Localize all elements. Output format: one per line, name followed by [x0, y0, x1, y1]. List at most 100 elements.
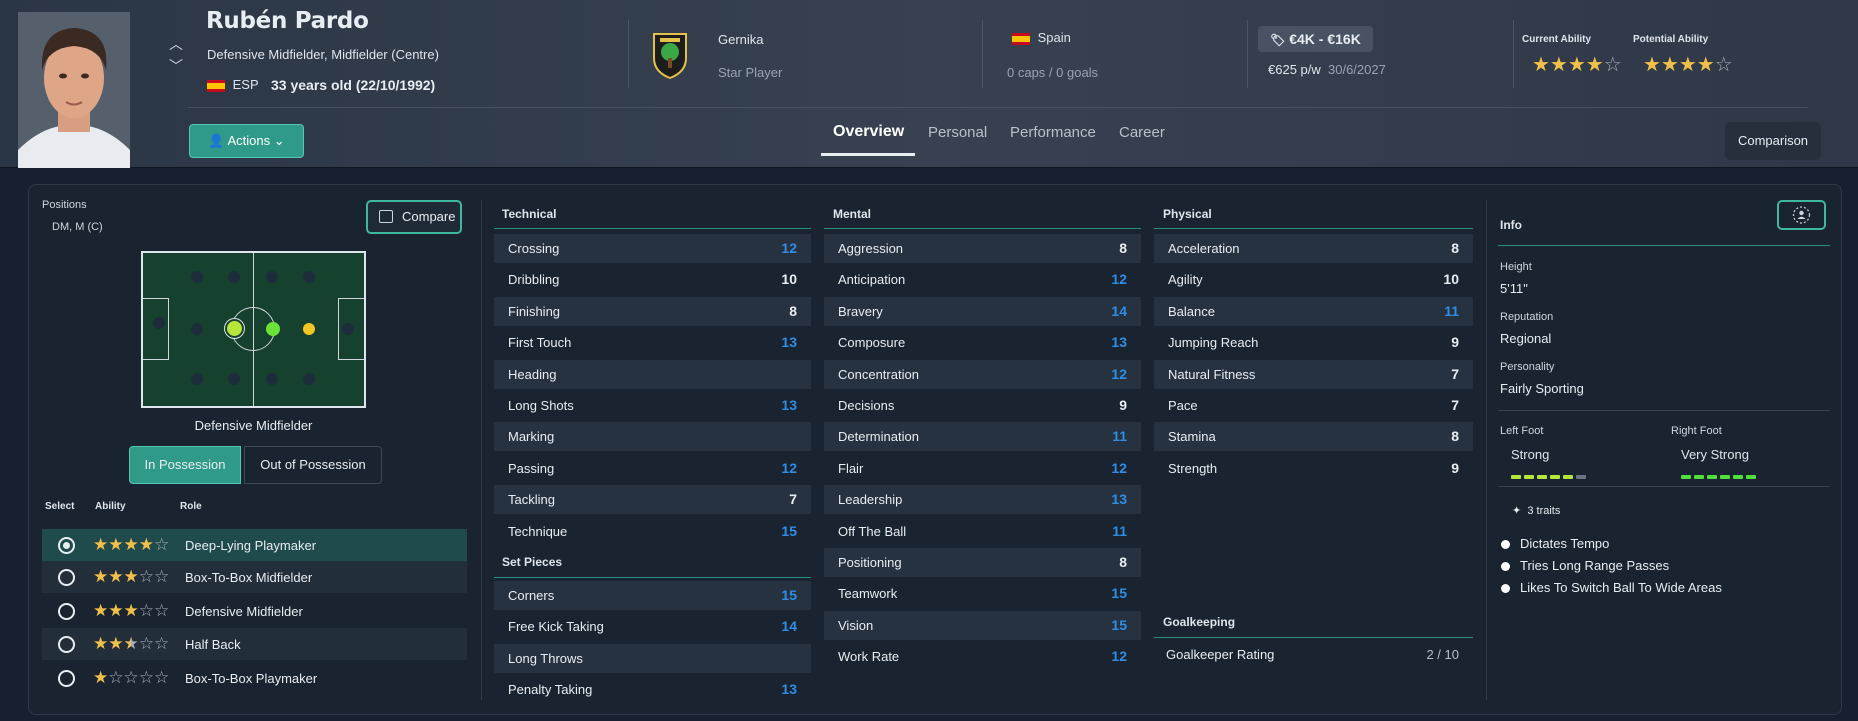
attribute-row[interactable]: Heading: [494, 359, 811, 389]
comparison-button[interactable]: Comparison: [1725, 122, 1821, 160]
attribute-row[interactable]: Penalty Taking 13: [494, 675, 811, 704]
spain-flag-icon: [207, 79, 225, 92]
technical-header: Technical: [502, 207, 557, 221]
trait-item[interactable]: Tries Long Range Passes: [1501, 558, 1669, 573]
role-radio[interactable]: [58, 569, 75, 586]
attribute-row[interactable]: Technique 15: [494, 517, 811, 546]
transfer-value: 🏷 €4K - €16K: [1258, 26, 1373, 52]
attribute-row[interactable]: Crossing 12: [494, 234, 811, 263]
role-name: Deep-Lying Playmaker: [185, 538, 317, 553]
tab-career[interactable]: Career: [1119, 124, 1165, 141]
height-label: Height: [1500, 261, 1532, 273]
attribute-row[interactable]: Decisions 9: [824, 391, 1141, 420]
attribute-row[interactable]: First Touch 13: [494, 328, 811, 357]
role-row[interactable]: ★★★★☆ Deep-Lying Playmaker: [42, 529, 467, 561]
column-divider: [481, 200, 482, 700]
attribute-row[interactable]: Acceleration 8: [1154, 234, 1473, 263]
attribute-row[interactable]: Balance 11: [1154, 296, 1473, 326]
attribute-row[interactable]: Free Kick Taking 14: [494, 612, 811, 641]
player-name: Rubén Pardo: [206, 8, 369, 34]
player-profile-button[interactable]: [1777, 200, 1826, 230]
attribute-name: Penalty Taking: [508, 682, 593, 698]
nationality-code: ESP: [232, 77, 259, 92]
attribute-row[interactable]: Passing 12: [494, 454, 811, 483]
next-player-button[interactable]: ﹀: [166, 58, 186, 74]
attribute-row[interactable]: Agility 10: [1154, 265, 1473, 294]
attribute-row[interactable]: Determination 11: [824, 422, 1141, 452]
attribute-row[interactable]: Concentration 12: [824, 359, 1141, 389]
attribute-row[interactable]: Anticipation 12: [824, 265, 1141, 294]
attribute-row[interactable]: Long Shots 13: [494, 391, 811, 420]
in-possession-toggle[interactable]: In Possession: [129, 446, 241, 484]
attribute-row[interactable]: Positioning 8: [824, 548, 1141, 577]
divider: [1513, 20, 1514, 88]
role-radio[interactable]: [58, 636, 75, 653]
attribute-row[interactable]: Composure 13: [824, 328, 1141, 357]
attribute-name: Aggression: [838, 241, 904, 256]
attribute-row[interactable]: Off The Ball 11: [824, 517, 1141, 546]
attribute-row[interactable]: Vision 15: [824, 610, 1141, 640]
actions-button[interactable]: 👤 Actions ⌄: [189, 124, 304, 158]
role-row[interactable]: ★★★☆☆ Half Back: [42, 628, 467, 660]
attribute-row[interactable]: Pace 7: [1154, 391, 1473, 420]
trait-item[interactable]: Dictates Tempo: [1501, 536, 1609, 551]
attribute-row[interactable]: Natural Fitness 7: [1154, 359, 1473, 389]
role-row[interactable]: ★★★☆☆ Defensive Midfielder: [42, 595, 467, 627]
international-caps: 0 caps / 0 goals: [1007, 65, 1099, 80]
role-row[interactable]: ★★★☆☆ Box-To-Box Midfielder: [42, 561, 467, 593]
attribute-row[interactable]: Dribbling 10: [494, 265, 811, 294]
nation[interactable]: Spain: [1012, 30, 1071, 45]
attribute-value: 14: [1111, 302, 1127, 319]
attribute-row[interactable]: Tackling 7: [494, 485, 811, 515]
compare-button[interactable]: Compare: [366, 200, 462, 234]
attribute-value: 13: [781, 681, 797, 698]
traits-count[interactable]: ✦ 3 traits: [1512, 504, 1560, 517]
attribute-name: Positioning: [838, 555, 902, 570]
attribute-row[interactable]: Stamina 8: [1154, 422, 1473, 452]
role-radio[interactable]: [58, 537, 75, 554]
tab-personal[interactable]: Personal: [928, 124, 987, 141]
attribute-row[interactable]: Finishing 8: [494, 296, 811, 326]
attribute-row[interactable]: Marking: [494, 422, 811, 452]
role-ability-stars: ★★★☆☆: [93, 601, 170, 620]
tab-performance[interactable]: Performance: [1010, 124, 1096, 141]
attribute-name: Long Throws: [508, 650, 583, 666]
attribute-row[interactable]: Jumping Reach 9: [1154, 328, 1473, 357]
select-column-header: Select: [45, 501, 75, 512]
foot-strength-segment: [1707, 475, 1717, 479]
section-divider: [1154, 228, 1473, 229]
foot-strength-segment: [1537, 475, 1547, 479]
attribute-value: 8: [1119, 554, 1127, 570]
attribute-row[interactable]: Corners 15: [494, 581, 811, 610]
attribute-name: Marking: [508, 429, 555, 445]
trait-item[interactable]: Likes To Switch Ball To Wide Areas: [1501, 580, 1722, 595]
attribute-row[interactable]: Work Rate 12: [824, 642, 1141, 671]
role-row[interactable]: ★☆☆☆☆ Box-To-Box Playmaker: [42, 662, 467, 694]
foot-strength-segment: [1746, 475, 1756, 479]
role-ability-stars: ★☆☆☆☆: [93, 668, 170, 687]
attribute-value: 10: [781, 271, 797, 288]
attribute-name: Long Shots: [508, 398, 574, 413]
role-radio[interactable]: [58, 603, 75, 620]
role-radio[interactable]: [58, 670, 75, 687]
attribute-row[interactable]: Aggression 8: [824, 234, 1141, 263]
attribute-value: 12: [781, 459, 797, 476]
role-ability-stars: ★★★☆☆: [93, 567, 170, 586]
attribute-row[interactable]: Flair 12: [824, 454, 1141, 483]
club-crest-icon[interactable]: [650, 30, 690, 80]
attribute-row[interactable]: Long Throws: [494, 643, 811, 673]
pitch-position-dot: [303, 373, 315, 385]
attribute-row[interactable]: Strength 9: [1154, 454, 1473, 483]
attribute-name: Decisions: [838, 398, 895, 413]
attribute-value: 11: [1112, 522, 1127, 539]
club-name[interactable]: Gernika: [718, 32, 764, 47]
attribute-name: Heading: [508, 366, 557, 382]
attribute-row[interactable]: Bravery 14: [824, 296, 1141, 326]
out-of-possession-toggle[interactable]: Out of Possession: [244, 446, 382, 484]
goalkeeper-rating-row[interactable]: Goalkeeper Rating 2 / 10: [1154, 640, 1473, 669]
role-name: Half Back: [185, 637, 241, 652]
tab-overview[interactable]: Overview: [833, 123, 904, 141]
previous-player-button[interactable]: ︿: [166, 36, 186, 52]
attribute-row[interactable]: Teamwork 15: [824, 579, 1141, 608]
attribute-row[interactable]: Leadership 13: [824, 485, 1141, 515]
